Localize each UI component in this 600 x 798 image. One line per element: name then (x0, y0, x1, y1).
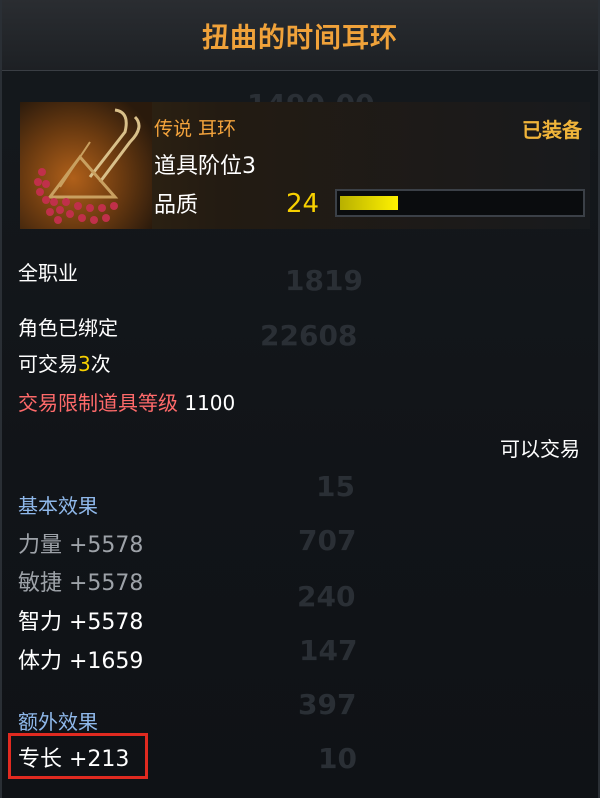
tradable-status: 可以交易 (500, 437, 580, 461)
bound-status: 角色已绑定 (18, 316, 118, 340)
ghost-text: 22608 (260, 319, 358, 352)
ghost-text: 707 (298, 524, 357, 557)
ghost-text: 1819 (285, 264, 363, 297)
tooltip-header: 扭曲的时间耳环 (2, 0, 598, 71)
quality-label: 品质 (154, 193, 199, 218)
basic-effects-title: 基本效果 (18, 494, 98, 518)
trade-limit-value: 1100 (184, 391, 236, 415)
ghost-text: 15 (316, 470, 355, 503)
ghost-text: 240 (297, 580, 356, 613)
item-tier: 道具阶位3 (154, 154, 256, 179)
stat-agility: 敏捷 +5578 (18, 571, 144, 596)
quality-value: 24 (286, 189, 320, 219)
equipped-status: 已装备 (522, 118, 582, 142)
extra-effects-title: 额外效果 (18, 710, 98, 734)
class-restriction: 全职业 (18, 261, 78, 285)
trade-limit: 交易限制道具等级 1100 (18, 387, 235, 416)
trade-count: 可交易3次 (18, 348, 111, 377)
earring-icon (20, 102, 152, 229)
item-grade: 传说 耳环 (154, 118, 237, 140)
item-tooltip: 扭曲的时间耳环 1490.00 1819 22608 15 707 240 14… (0, 0, 600, 798)
stat-stamina: 体力 +1659 (18, 649, 144, 674)
trade-count-value: 3 (78, 352, 91, 376)
ghost-text: 147 (299, 634, 358, 667)
trade-count-prefix: 可交易 (18, 352, 78, 376)
quality-bar (335, 189, 585, 217)
item-title: 扭曲的时间耳环 (202, 22, 398, 54)
trade-limit-label: 交易限制道具等级 (18, 391, 178, 415)
trade-count-suffix: 次 (90, 352, 111, 376)
highlight-box (8, 733, 148, 779)
quality-bar-fill (340, 196, 398, 210)
ghost-text: 10 (318, 742, 357, 775)
stat-strength: 力量 +5578 (18, 533, 144, 558)
ghost-text: 397 (298, 688, 357, 721)
item-card: 传说 耳环 已装备 道具阶位3 品质 24 (20, 102, 590, 229)
stat-intelligence: 智力 +5578 (18, 610, 144, 635)
